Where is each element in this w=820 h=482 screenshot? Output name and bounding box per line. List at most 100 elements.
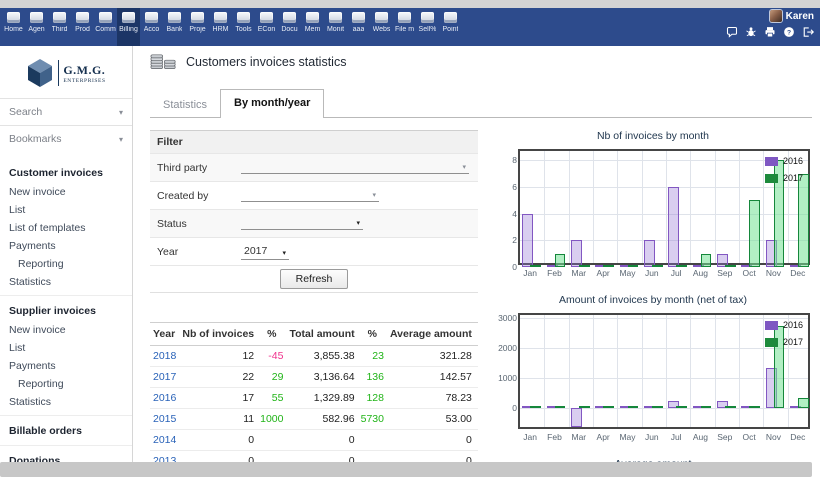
hrm-icon — [214, 12, 227, 23]
value-cell: 321.28 — [387, 346, 475, 367]
top-menu-comm[interactable]: Comm — [94, 8, 117, 46]
print-icon[interactable] — [764, 25, 776, 37]
logout-icon[interactable] — [802, 25, 814, 37]
value-cell: 53.00 — [387, 409, 475, 430]
sidebar-item-list-of-templates[interactable]: List of templates — [0, 219, 132, 237]
filter-label: Created by — [157, 190, 241, 202]
sidebar-item-reporting[interactable]: Reporting — [0, 375, 132, 393]
top-menu-third[interactable]: Third — [48, 8, 71, 46]
filter-label: Third party — [157, 162, 241, 174]
filter-label: Status — [157, 218, 241, 230]
help-icon[interactable]: ? — [783, 25, 795, 37]
top-menu-home[interactable]: Home — [2, 8, 25, 46]
top-menu-acco[interactable]: Acco — [140, 8, 163, 46]
top-menu-billing[interactable]: Billing — [117, 8, 140, 46]
top-menu-monit[interactable]: Monit — [324, 8, 347, 46]
sidebar-section-billable-orders[interactable]: Billable orders — [0, 416, 132, 441]
tab-statistics[interactable]: Statistics — [150, 92, 220, 118]
x-axis-tick-label: Feb — [542, 432, 566, 442]
value-cell — [257, 430, 286, 451]
table-header: Total amount — [286, 323, 357, 346]
top-menu-tools[interactable]: Tools — [232, 8, 255, 46]
refresh-button[interactable]: Refresh — [280, 269, 349, 289]
year-link[interactable]: 2016 — [153, 392, 176, 404]
top-menu-proje[interactable]: Proje — [186, 8, 209, 46]
tab-bar: StatisticsBy month/year — [150, 89, 324, 118]
chart-bar-2017-apr — [603, 265, 614, 267]
x-axis-tick-label: Apr — [591, 432, 615, 442]
top-menu-econ[interactable]: ECon — [255, 8, 278, 46]
top-menu-point[interactable]: Point — [439, 8, 462, 46]
user-menu[interactable]: Karen — [726, 10, 814, 22]
top-menu-agen[interactable]: Agen — [25, 8, 48, 46]
bug-icon[interactable] — [745, 25, 757, 37]
table-row: 201617551,329.8912878.2348 — [150, 388, 478, 409]
value-cell: 48 — [475, 388, 478, 409]
top-menu-mem[interactable]: Mem — [301, 8, 324, 46]
value-cell: 23 — [358, 346, 387, 367]
x-axis-tick-label: Jul — [664, 268, 688, 278]
sidebar-section-supplier-invoices[interactable]: Supplier invoices — [0, 296, 132, 321]
top-menu-aaa[interactable]: aaa — [347, 8, 370, 46]
gridline — [544, 315, 545, 427]
chart-bar-2017-mar — [579, 406, 590, 408]
tab-by-month-year[interactable]: By month/year — [220, 89, 324, 118]
value-cell: 11 — [179, 409, 257, 430]
sidebar-item-list[interactable]: List — [0, 201, 132, 219]
value-cell: 136 — [358, 367, 387, 388]
window-top-strip — [0, 0, 820, 8]
top-menu-file-m[interactable]: File m — [393, 8, 416, 46]
filter-select-status[interactable]: ▾ — [241, 217, 363, 230]
user-name: Karen — [786, 11, 814, 22]
x-axis-tick-label: Oct — [737, 432, 761, 442]
top-menu-docu[interactable]: Docu — [278, 8, 301, 46]
table-header: Average amount — [387, 323, 475, 346]
filter-row: Status▾ — [150, 209, 478, 237]
filter-select-created-by[interactable]: ▾ — [241, 189, 379, 202]
sidebar-item-reporting[interactable]: Reporting — [0, 255, 132, 273]
sidebar-section-customer-invoices[interactable]: Customer invoices — [0, 158, 132, 183]
sidebar-item-payments[interactable]: Payments — [0, 357, 132, 375]
sidebar-item-statistics[interactable]: Statistics — [0, 393, 132, 411]
sidebar-item-payments[interactable]: Payments — [0, 237, 132, 255]
charts-column: Nb of invoices by month0246820162017JanF… — [492, 130, 814, 482]
horizontal-scrollbar[interactable] — [0, 462, 812, 477]
products-icon — [76, 12, 89, 23]
search-dropdown[interactable]: Search ▾ — [0, 98, 132, 125]
filter-select-year[interactable]: 2017▾ — [241, 243, 289, 260]
legend-swatch — [765, 338, 778, 347]
value-cell: 12 — [179, 346, 257, 367]
year-link[interactable]: 2015 — [153, 413, 176, 425]
year-link[interactable]: 2018 — [153, 350, 176, 362]
x-axis-labels: JanFebMarAprMayJunJulAugSepOctNovDec — [518, 432, 810, 442]
gridline — [642, 151, 643, 263]
sidebar-item-new-invoice[interactable]: New invoice — [0, 321, 132, 339]
value-cell: 17 — [179, 388, 257, 409]
value-cell: 430 — [475, 409, 478, 430]
top-menu-bank[interactable]: Bank — [163, 8, 186, 46]
chart-bar-2017-feb — [555, 406, 566, 408]
top-menu-prod[interactable]: Prod — [71, 8, 94, 46]
table-header: Nb of invoices — [179, 323, 257, 346]
year-link[interactable]: 2017 — [153, 371, 176, 383]
top-menu-sell-[interactable]: Sell% — [416, 8, 439, 46]
top-menu-label: Proje — [189, 26, 205, 33]
top-menu-webs[interactable]: Webs — [370, 8, 393, 46]
sidebar-item-new-invoice[interactable]: New invoice — [0, 183, 132, 201]
bookmarks-dropdown[interactable]: Bookmarks ▾ — [0, 125, 132, 152]
sell-icon — [421, 12, 434, 23]
top-menubar: HomeAgenThirdProdCommBillingAccoBankProj… — [0, 8, 820, 46]
sidebar-item-list[interactable]: List — [0, 339, 132, 357]
top-menu-hrm[interactable]: HRM — [209, 8, 232, 46]
year-link[interactable]: 2014 — [153, 434, 176, 446]
accountancy-icon — [145, 12, 158, 23]
chart-bar-2017-mar — [579, 265, 590, 267]
filter-select-third-party[interactable]: ▾ — [241, 161, 469, 174]
value-cell: 55 — [257, 388, 286, 409]
value-cell: -45 — [257, 346, 286, 367]
value-cell: 1000 — [257, 409, 286, 430]
sidebar-item-statistics[interactable]: Statistics — [0, 273, 132, 291]
chat-icon[interactable] — [726, 25, 738, 37]
monitoring-icon — [329, 12, 342, 23]
y-axis-tick-label: 3000 — [490, 313, 517, 323]
